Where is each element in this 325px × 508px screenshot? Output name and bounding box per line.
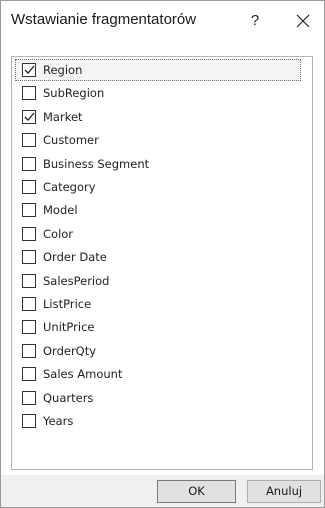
checkbox[interactable] [22, 226, 36, 241]
list-item[interactable]: Quarters [15, 387, 301, 409]
title-bar: Wstawianie fragmentatorów ? [1, 1, 324, 41]
list-item[interactable]: Region [15, 59, 301, 81]
insert-slicers-dialog: Wstawianie fragmentatorów ? Region SubReg… [0, 0, 325, 508]
item-label: Market [43, 109, 83, 124]
close-icon [296, 14, 310, 28]
list-item[interactable]: Category [15, 176, 301, 198]
checkbox[interactable] [22, 133, 36, 148]
list-item[interactable]: Market [15, 106, 301, 128]
checkbox[interactable] [22, 203, 36, 218]
checkmark-icon [24, 112, 35, 121]
item-label: Model [43, 203, 78, 218]
checkbox[interactable] [22, 320, 36, 335]
item-label: Years [43, 414, 74, 428]
help-button[interactable]: ? [241, 7, 269, 35]
checkbox[interactable] [22, 343, 36, 358]
list-item[interactable]: UnitPrice [15, 316, 301, 338]
checkbox[interactable] [22, 156, 36, 171]
close-button[interactable] [289, 7, 317, 35]
item-label: Order Date [43, 250, 107, 265]
item-label: Quarters [43, 390, 94, 405]
item-label: SalesPeriod [43, 273, 110, 288]
list-item[interactable]: Order Date [15, 246, 301, 268]
dialog-title: Wstawianie fragmentatorów [11, 11, 197, 28]
cancel-button[interactable]: Anuluj [247, 480, 321, 503]
item-label: SubRegion [43, 86, 105, 101]
list-item[interactable]: Color [15, 223, 301, 245]
field-list[interactable]: Region SubRegion Market Customer Business Se… [11, 56, 313, 470]
checkbox[interactable] [22, 86, 36, 101]
list-item[interactable]: SalesPeriod [15, 270, 301, 292]
checkbox[interactable] [22, 273, 36, 288]
checkbox[interactable] [22, 63, 36, 77]
ok-button[interactable]: OK [157, 480, 236, 503]
item-label: ListPrice [43, 297, 92, 311]
checkbox[interactable] [22, 390, 36, 405]
item-label: Sales Amount [43, 367, 123, 382]
list-item[interactable]: Years [15, 410, 301, 432]
item-label: OrderQty [43, 343, 97, 358]
item-label: Color [43, 226, 74, 241]
checkmark-icon [24, 65, 35, 74]
checkbox[interactable] [22, 367, 36, 382]
list-item[interactable]: ListPrice [15, 293, 301, 315]
list-item[interactable]: Customer [15, 129, 301, 151]
checkbox[interactable] [22, 109, 36, 124]
checkbox[interactable] [22, 297, 36, 311]
list-item[interactable]: OrderQty [15, 340, 301, 362]
item-label: Category [43, 180, 96, 194]
list-item[interactable]: Model [15, 199, 301, 221]
item-label: Customer [43, 133, 99, 148]
item-label: UnitPrice [43, 320, 95, 335]
item-label: Business Segment [43, 156, 150, 171]
checkbox[interactable] [22, 250, 36, 265]
list-item[interactable]: Business Segment [15, 153, 301, 175]
checkbox[interactable] [22, 180, 36, 194]
list-item[interactable]: Sales Amount [15, 363, 301, 385]
checkbox[interactable] [22, 414, 36, 428]
item-label: Region [43, 63, 83, 77]
list-item[interactable]: SubRegion [15, 82, 301, 104]
